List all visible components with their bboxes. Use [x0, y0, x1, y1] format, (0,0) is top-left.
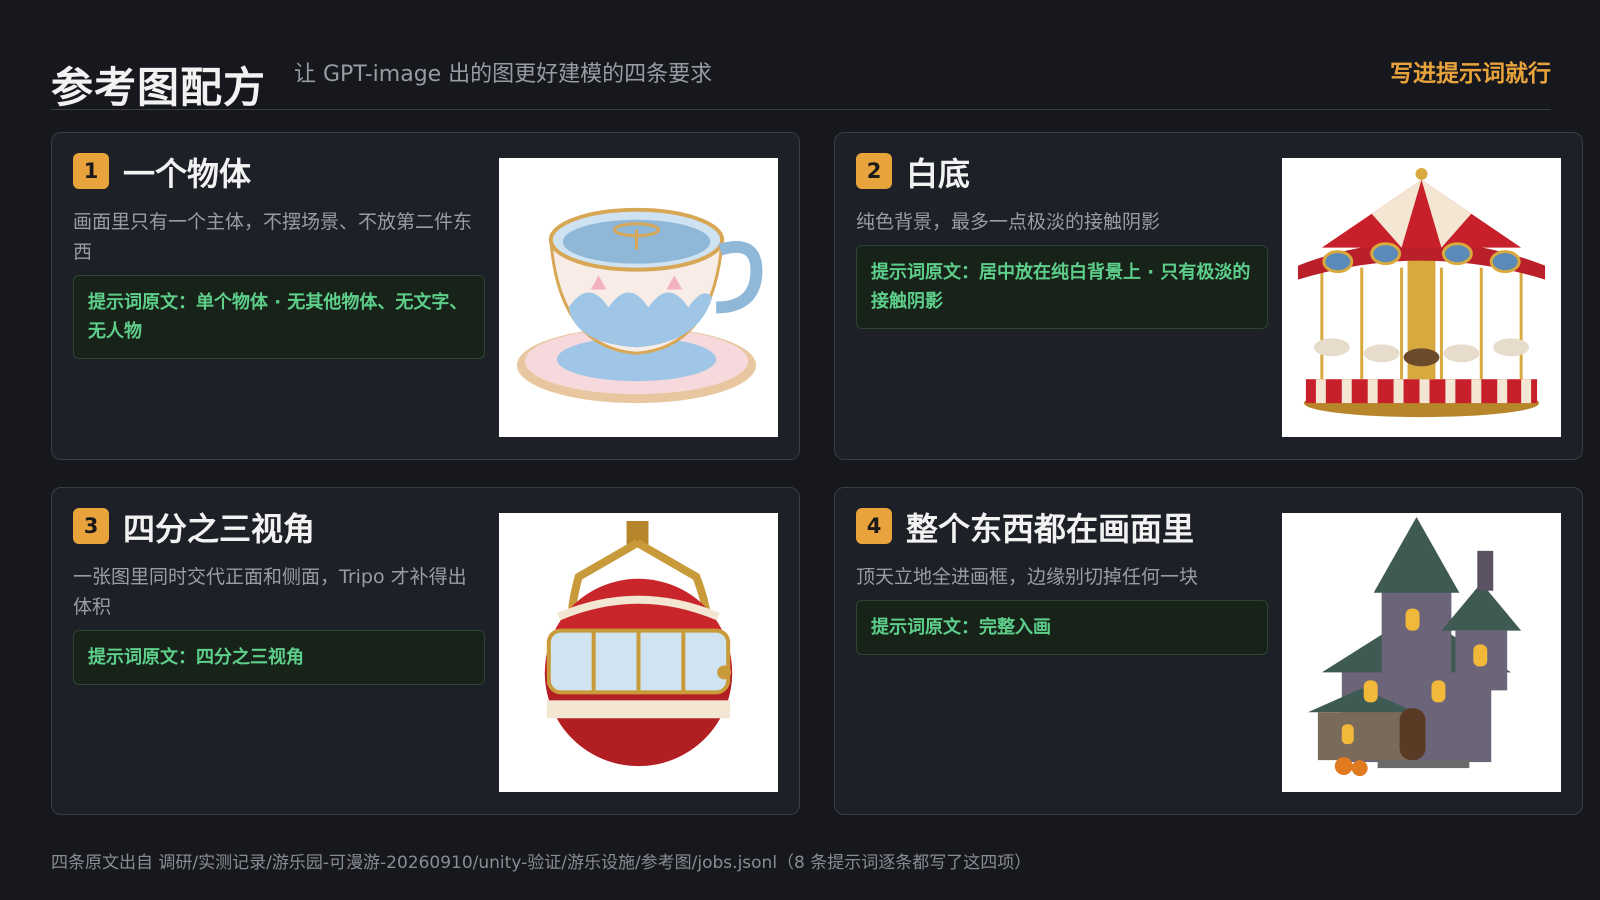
card-number-badge: 2	[856, 153, 892, 189]
card-three-quarter-view: 3 四分之三视角 一张图里同时交代正面和侧面，Tripo 才补得出体积 提示词原…	[51, 487, 800, 815]
card-white-background: 2 白底 纯色背景，最多一点极淡的接触阴影 提示词原文：居中放在纯白背景上 · …	[834, 132, 1583, 460]
teacup-ride-image	[499, 158, 778, 437]
card-number-badge: 3	[73, 508, 109, 544]
card-title: 四分之三视角	[123, 510, 316, 548]
card-title: 整个东西都在画面里	[906, 510, 1195, 548]
card-number-badge: 4	[856, 508, 892, 544]
page-title: 参考图配方	[51, 63, 267, 112]
card-number-badge: 1	[73, 153, 109, 189]
card-prompt: 提示词原文：单个物体 · 无其他物体、无文字、无人物	[73, 275, 485, 359]
card-description: 顶天立地全进画框，边缘别切掉任何一块	[856, 566, 1199, 588]
haunted-house-image	[1282, 513, 1561, 792]
card-fully-in-frame: 4 整个东西都在画面里 顶天立地全进画框，边缘别切掉任何一块 提示词原文：完整入…	[834, 487, 1583, 815]
header-note: 写进提示词就行	[1390, 61, 1551, 87]
card-one-object: 1 一个物体 画面里只有一个主体，不摆场景、不放第二件东西 提示词原文：单个物体…	[51, 132, 800, 460]
page-subtitle: 让 GPT-image 出的图更好建模的四条要求	[294, 62, 713, 87]
card-prompt: 提示词原文：居中放在纯白背景上 · 只有极淡的接触阴影	[856, 245, 1268, 329]
card-description: 纯色背景，最多一点极淡的接触阴影	[856, 211, 1161, 233]
card-description: 一张图里同时交代正面和侧面，Tripo 才补得出体积	[73, 566, 467, 618]
card-description: 画面里只有一个主体，不摆场景、不放第二件东西	[73, 211, 473, 263]
card-prompt: 提示词原文：完整入画	[856, 600, 1268, 655]
source-footnote: 四条原文出自 调研/实测记录/游乐园-可漫游-20260910/unity-验证…	[51, 853, 1032, 873]
gondola-cabin-image	[499, 513, 778, 792]
card-title: 一个物体	[123, 155, 252, 193]
page-header: 参考图配方 让 GPT-image 出的图更好建模的四条要求 写进提示词就行	[51, 50, 1551, 112]
card-prompt: 提示词原文：四分之三视角	[73, 630, 485, 685]
card-title: 白底	[906, 155, 971, 193]
carousel-image	[1282, 158, 1561, 437]
